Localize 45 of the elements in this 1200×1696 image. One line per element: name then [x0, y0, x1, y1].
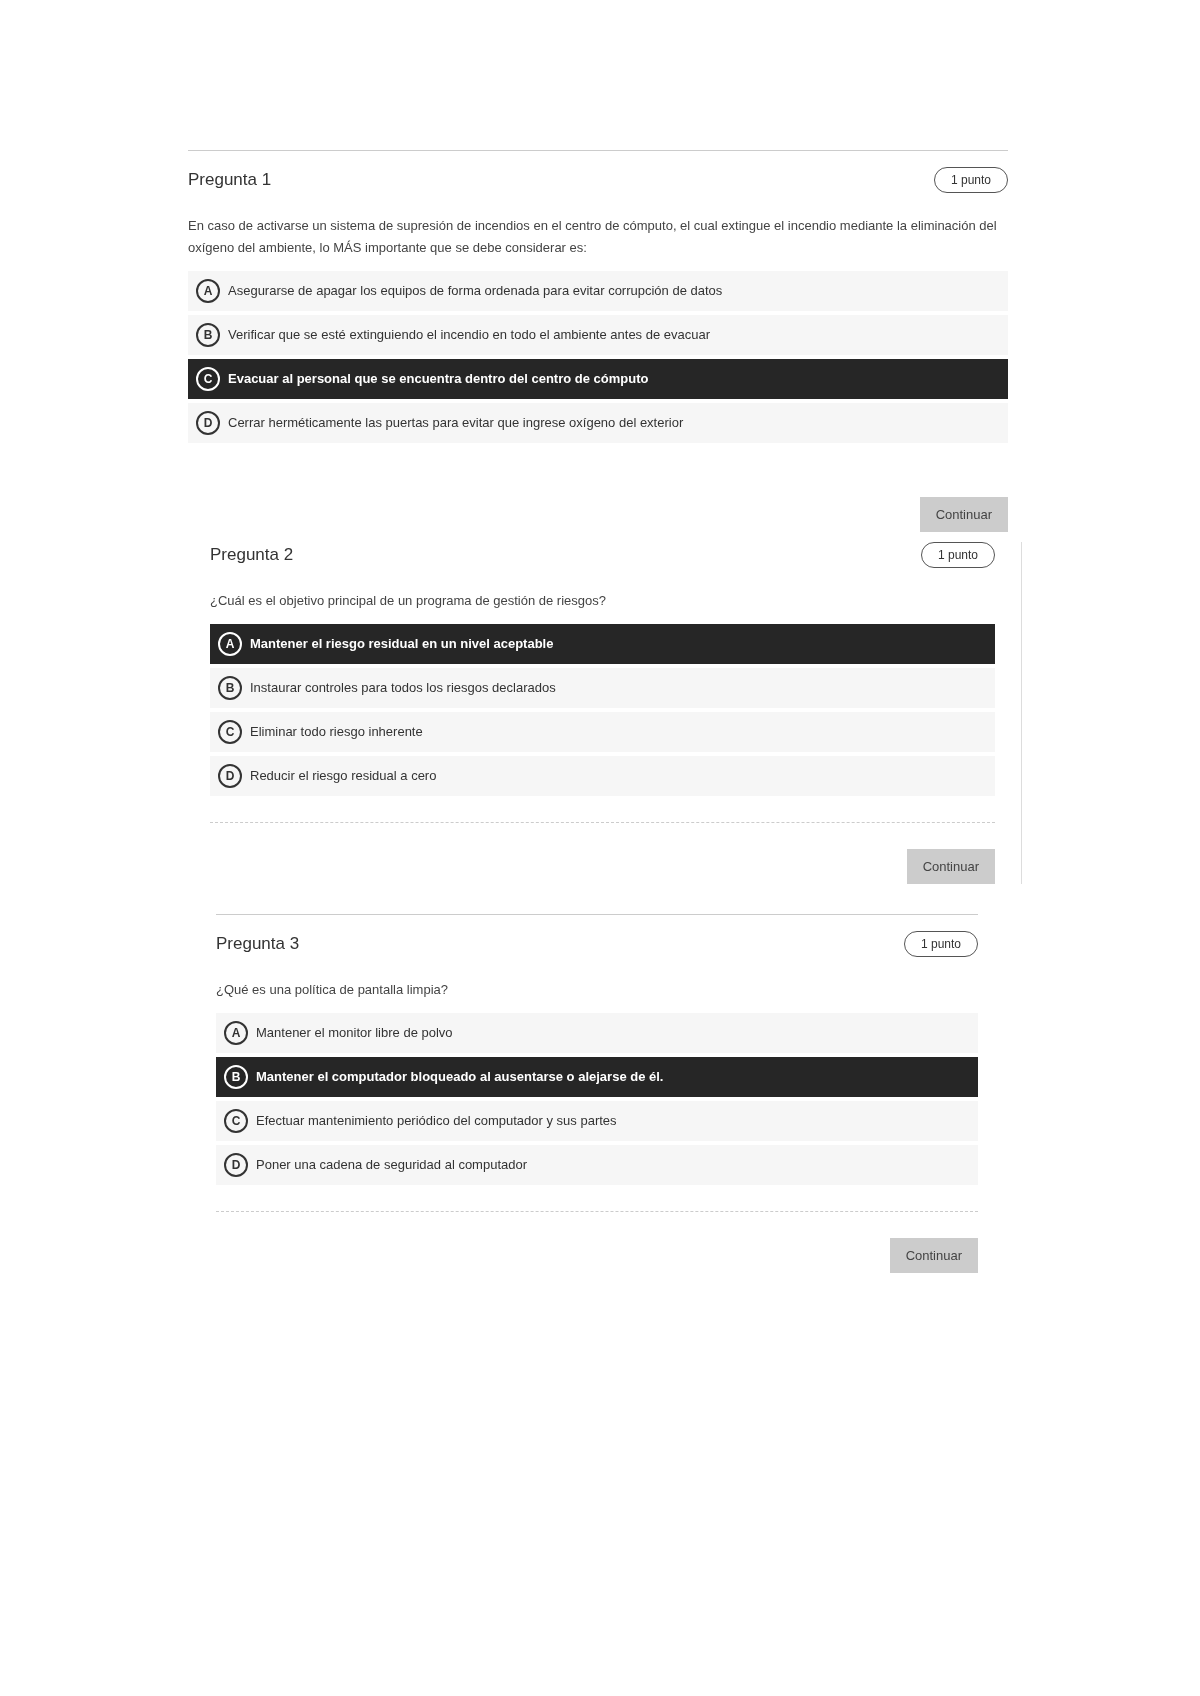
option-text: Asegurarse de apagar los equipos de forma ordenada para evitar corrupción de datos [228, 282, 723, 301]
answer-option[interactable]: D Poner una cadena de seguridad al computador [216, 1145, 978, 1185]
question-text: ¿Cuál es el objetivo principal de un programa de gestión de riesgos? [210, 592, 607, 610]
answer-option[interactable]: A Asegurarse de apagar los equipos de forma ordenada para evitar corrupción de datos [188, 271, 1008, 311]
option-letter: C [196, 367, 220, 391]
option-letter: B [224, 1065, 248, 1089]
continue-button[interactable]: Continuar [889, 1238, 978, 1273]
option-text: Eliminar todo riesgo inherente [250, 723, 423, 742]
option-text: Reducir el riesgo residual a cero [250, 767, 437, 786]
option-letter: A [196, 279, 220, 303]
question-title: Pregunta 1 [188, 169, 272, 192]
option-text: Instaurar controles para todos los riesgos declarados [250, 679, 556, 698]
question-title: Pregunta 2 [210, 544, 294, 567]
answer-option[interactable]: A Mantener el riesgo residual en un nivel aceptable [210, 624, 995, 664]
option-letter: C [218, 720, 242, 744]
option-letter: B [218, 676, 242, 700]
option-text: Evacuar al personal que se encuentra dentro del centro de cómputo [228, 370, 649, 389]
continue-button[interactable]: Continuar [906, 849, 995, 884]
option-text: Mantener el riesgo residual en un nivel aceptable [250, 635, 554, 654]
option-letter: A [218, 632, 242, 656]
question-text: En caso de activarse un sistema de supresión de incendios en el centro de cómputo, el cual extingue el incendio mediante la eliminación del oxígeno del ambiente, lo MÁS importante que se debe considerar es: [188, 217, 998, 257]
option-letter: B [196, 323, 220, 347]
option-text: Verificar que se esté extinguiendo el incendio en todo el ambiente antes de evacuar [228, 326, 711, 345]
option-text: Cerrar herméticamente las puertas para evitar que ingrese oxígeno del exterior [228, 414, 684, 433]
option-text: Poner una cadena de seguridad al computador [256, 1156, 528, 1175]
option-text: Mantener el monitor libre de polvo [256, 1024, 453, 1043]
option-text: Mantener el computador bloqueado al ausentarse o alejarse de él. [256, 1068, 664, 1087]
option-letter: D [224, 1153, 248, 1177]
option-letter: C [224, 1109, 248, 1133]
answer-option[interactable]: D Cerrar herméticamente las puertas para evitar que ingrese oxígeno del exterior [188, 403, 1008, 443]
answer-option[interactable]: B Verificar que se esté extinguiendo el incendio en todo el ambiente antes de evacuar [188, 315, 1008, 355]
answer-option[interactable]: C Eliminar todo riesgo inherente [210, 712, 995, 752]
answer-option[interactable]: B Mantener el computador bloqueado al ausentarse o alejarse de él. [216, 1057, 978, 1097]
option-letter: A [224, 1021, 248, 1045]
continue-button[interactable]: Continuar [919, 497, 1008, 532]
answer-option[interactable]: B Instaurar controles para todos los riesgos declarados [210, 668, 995, 708]
question-title: Pregunta 3 [216, 933, 300, 956]
answer-option[interactable]: A Mantener el monitor libre de polvo [216, 1013, 978, 1053]
option-text: Efectuar mantenimiento periódico del computador y sus partes [256, 1112, 617, 1131]
question-text: ¿Qué es una política de pantalla limpia? [216, 981, 449, 999]
answer-option[interactable]: D Reducir el riesgo residual a cero [210, 756, 995, 796]
answer-option[interactable]: C Evacuar al personal que se encuentra dentro del centro de cómputo [188, 359, 1008, 399]
option-letter: D [196, 411, 220, 435]
option-letter: D [218, 764, 242, 788]
answer-option[interactable]: C Efectuar mantenimiento periódico del computador y sus partes [216, 1101, 978, 1141]
